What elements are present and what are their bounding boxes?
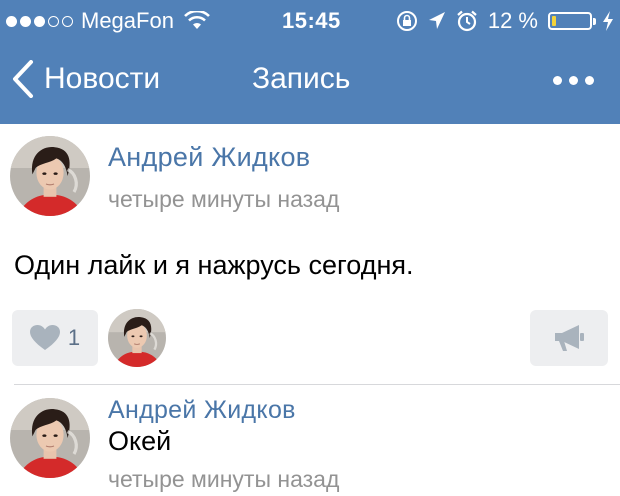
like-button[interactable]: 1	[12, 310, 98, 366]
more-dot	[569, 76, 578, 85]
signal-dot	[62, 15, 73, 27]
post-text: Один лайк и я нажрусь сегодня.	[14, 250, 414, 280]
battery-percent: 12 %	[487, 8, 538, 33]
like-count: 1	[67, 325, 81, 350]
status-right: 12 %	[396, 8, 614, 34]
battery-level	[552, 16, 557, 26]
megaphone-icon	[555, 325, 584, 351]
heart-icon	[29, 325, 60, 350]
charging-icon	[603, 11, 613, 31]
page-title: Запись	[252, 62, 351, 95]
status-time: 15:45	[282, 8, 341, 33]
liker-avatar[interactable]	[108, 309, 166, 367]
wifi-icon	[184, 11, 210, 29]
carrier-name: MegaFon	[81, 8, 174, 33]
battery-icon	[548, 12, 596, 30]
signal-strength-icon	[6, 15, 73, 27]
signal-dot	[48, 15, 59, 27]
post-author-avatar[interactable]	[10, 136, 90, 216]
signal-dot	[34, 15, 45, 27]
post-author-name[interactable]: Андрей Жидков	[108, 142, 310, 173]
app-header: MegaFon 15:45 12 % Новости Запись	[0, 0, 620, 124]
signal-dot	[20, 15, 31, 27]
comment-text: Окей	[108, 426, 172, 456]
alarm-icon	[457, 10, 477, 32]
status-bar: MegaFon 15:45 12 %	[0, 0, 620, 40]
post-time: четыре минуты назад	[108, 186, 340, 212]
more-dots-icon[interactable]	[553, 76, 594, 85]
back-label: Новости	[44, 62, 161, 95]
chevron-left-icon	[13, 60, 33, 98]
status-left: MegaFon	[6, 8, 210, 34]
comment-author-avatar[interactable]	[10, 398, 90, 478]
divider	[14, 384, 620, 385]
share-button[interactable]	[530, 310, 608, 366]
signal-dot	[6, 15, 17, 27]
comment-author-name[interactable]: Андрей Жидков	[108, 396, 296, 425]
more-dot	[585, 76, 594, 85]
nav-bar: Новости Запись	[0, 40, 620, 124]
rotation-lock-icon	[396, 11, 417, 31]
back-button[interactable]: Новости	[12, 60, 160, 98]
location-icon	[428, 12, 445, 29]
comment-time: четыре минуты назад	[108, 466, 340, 492]
more-dot	[553, 76, 562, 85]
